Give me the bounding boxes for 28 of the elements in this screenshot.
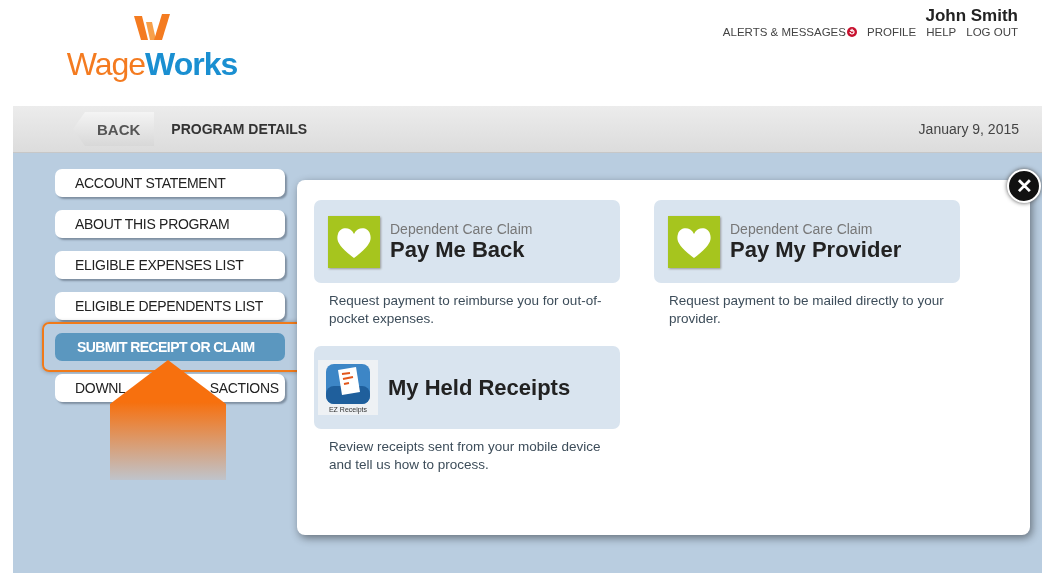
- tile-description: Review receipts sent from your mobile device and tell us how to process.: [329, 438, 602, 474]
- nav-link[interactable]: PROFILE: [866, 26, 917, 38]
- nav-link[interactable]: ALERTS & MESSAGES: [722, 26, 846, 38]
- close-button[interactable]: ✕: [1007, 169, 1041, 203]
- tile-title: Pay My Provider: [730, 236, 902, 263]
- tile-subtitle: Dependent Care Claim: [390, 220, 533, 237]
- date-label: January 9, 2015: [918, 121, 1019, 137]
- option-tile[interactable]: Dependent Care Claim Pay Me Back: [314, 200, 620, 283]
- heart-icon: [328, 215, 380, 268]
- page-title: PROGRAM DETAILS: [171, 121, 308, 137]
- nav-link[interactable]: LOG OUT: [966, 26, 1018, 38]
- wageworks-logo[interactable]: WageWorks: [57, 0, 247, 106]
- tile-title: My Held Receipts: [388, 374, 571, 401]
- sidebar-button[interactable]: ELIGIBLE DEPENDENTS LIST: [55, 292, 285, 320]
- sidebar-button[interactable]: ACCOUNT STATEMENT: [55, 169, 285, 197]
- tile-title: Pay Me Back: [390, 236, 526, 263]
- alert-badge-icon: [846, 27, 857, 37]
- sidebar-button[interactable]: ELIGIBLE EXPENSES LIST: [55, 251, 285, 279]
- heart-icon: [668, 215, 720, 268]
- nav-link[interactable]: HELP: [926, 26, 957, 38]
- tile-description: Request payment to reimburse you for out-of-pocket expenses.: [329, 292, 603, 328]
- user-name: John Smith: [924, 6, 1018, 26]
- receipt-app-icon: [323, 362, 373, 406]
- back-button[interactable]: BACK: [73, 112, 155, 146]
- sidebar-button[interactable]: ABOUT THIS PROGRAM: [55, 210, 285, 238]
- tile-subtitle: Dependent Care Claim: [730, 220, 874, 237]
- tile-description: Request payment to be mailed directly to your provider.: [669, 292, 945, 328]
- option-tile[interactable]: Dependent Care Claim Pay My Provider: [654, 200, 960, 283]
